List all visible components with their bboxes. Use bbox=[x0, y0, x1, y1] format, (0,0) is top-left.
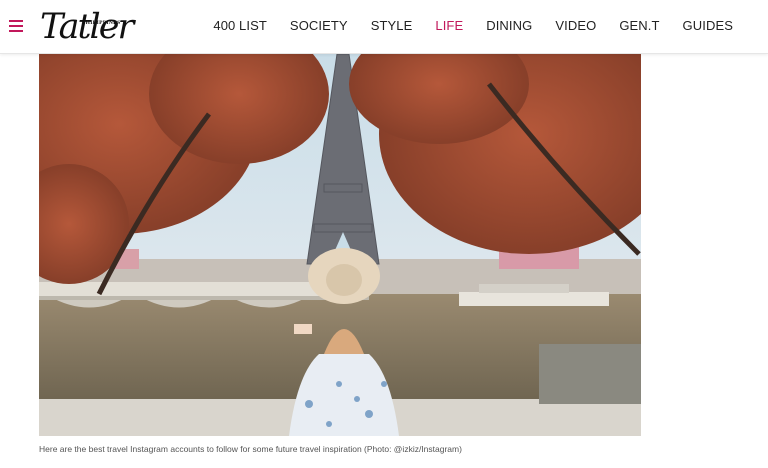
image-caption: Here are the best travel Instagram accou… bbox=[39, 444, 462, 454]
nav-item-life[interactable]: LIFE bbox=[435, 18, 463, 33]
nav-item-gen-t[interactable]: GEN.T bbox=[619, 18, 659, 33]
nav-item-dining[interactable]: DINING bbox=[486, 18, 532, 33]
main-nav: 400 LIST SOCIETY STYLE LIFE DINING VIDEO… bbox=[190, 18, 733, 33]
nav-item-video[interactable]: VIDEO bbox=[555, 18, 596, 33]
nav-item-society[interactable]: SOCIETY bbox=[290, 18, 348, 33]
tatler-logo[interactable]: Tatler PHILIPPINES bbox=[38, 4, 134, 50]
logo-wordmark: Tatler bbox=[40, 7, 134, 47]
article-hero-image bbox=[39, 54, 641, 436]
nav-item-400-list[interactable]: 400 LIST bbox=[213, 18, 267, 33]
nav-item-style[interactable]: STYLE bbox=[371, 18, 413, 33]
hamburger-menu-icon[interactable] bbox=[9, 20, 25, 34]
logo-edition: PHILIPPINES bbox=[82, 20, 121, 26]
site-header: Tatler PHILIPPINES 400 LIST SOCIETY STYL… bbox=[0, 0, 768, 54]
nav-item-guides[interactable]: GUIDES bbox=[683, 18, 733, 33]
